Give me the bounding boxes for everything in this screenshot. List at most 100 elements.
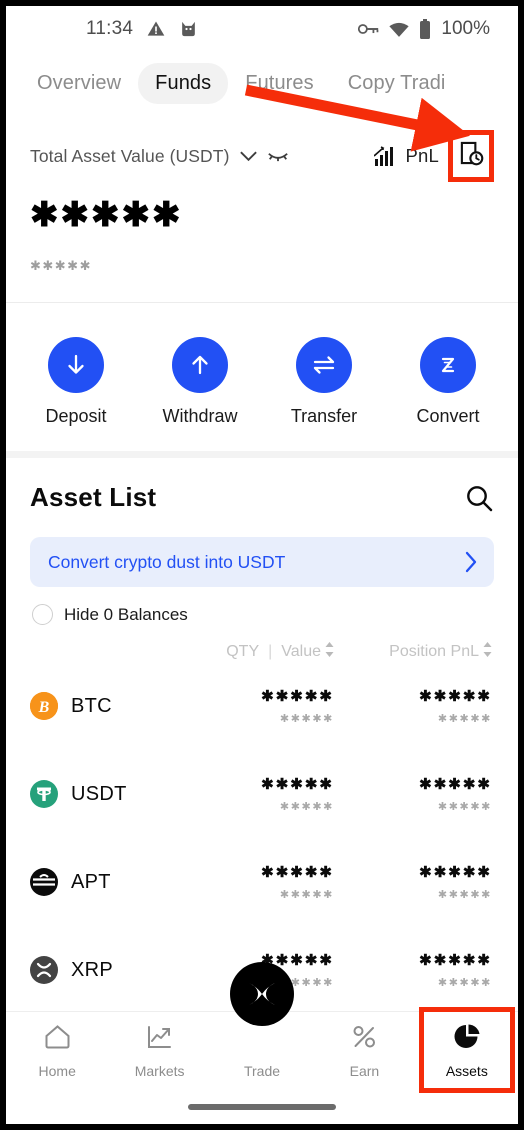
asset-identity: USDT: [30, 780, 127, 808]
asset-pnl-cell: ✱✱✱✱✱ ✱✱✱✱✱: [334, 863, 492, 901]
action-withdraw[interactable]: Withdraw: [146, 337, 254, 427]
convert-icon: [420, 337, 476, 393]
asset-position-pnl: ✱✱✱✱✱: [419, 688, 492, 705]
nav-item-markets-label: Markets: [134, 1062, 185, 1079]
total-asset-value-amount: ✱✱✱✱✱: [30, 196, 183, 234]
tab-funds[interactable]: Funds: [138, 62, 229, 104]
convert-dust-label: Convert crypto dust into USDT: [48, 551, 286, 572]
asset-symbol: XRP: [71, 958, 114, 981]
asset-pnl-cell: ✱✱✱✱✱ ✱✱✱✱✱: [334, 775, 492, 813]
total-asset-value-section: Total Asset Value (USDT) PnL ✱✱✱✱✱ ✱✱✱✱✱: [6, 108, 518, 284]
nav-item-markets[interactable]: Markets: [108, 1024, 210, 1079]
asset-qty-value-cell: ✱✱✱✱✱ ✱✱✱✱✱: [261, 775, 334, 813]
total-asset-value-secondary: ✱✱✱✱✱: [30, 258, 92, 273]
nav-item-trade-label: Trade: [243, 1063, 281, 1079]
nav-item-assets-label: Assets: [445, 1063, 488, 1079]
eye-off-icon[interactable]: [267, 150, 289, 163]
action-convert-label: Convert: [416, 406, 480, 426]
nav-item-assets[interactable]: Assets: [416, 1007, 518, 1093]
percent-icon: [351, 1024, 378, 1055]
arrow-up-icon: [172, 337, 228, 393]
asset-table-column-headers: QTY | Value Position PnL: [6, 625, 518, 662]
nav-item-earn-label: Earn: [349, 1062, 380, 1079]
column-qty-label: QTY: [226, 643, 260, 660]
cat-app-icon: [179, 19, 198, 39]
asset-position-pnl: ✱✱✱✱✱: [419, 864, 492, 881]
svg-text:B: B: [38, 699, 50, 716]
nav-item-home[interactable]: Home: [6, 1024, 108, 1079]
action-transfer[interactable]: Transfer: [270, 337, 378, 427]
tab-futures[interactable]: Futures: [228, 63, 331, 104]
home-indicator: [188, 1104, 336, 1110]
quick-actions-row: Deposit Withdraw Transfer Convert: [6, 303, 518, 451]
asset-identity: B BTC: [30, 692, 112, 720]
apt-coin-icon: [30, 868, 58, 896]
asset-position-pnl: ✱✱✱✱✱: [419, 776, 492, 793]
asset-list-header: Asset List: [6, 458, 518, 519]
asset-list-title: Asset List: [30, 482, 157, 512]
arrow-down-icon: [48, 337, 104, 393]
bottom-navigation: Home Markets Trade Earn Assets: [6, 962, 518, 1124]
transaction-history-icon[interactable]: [448, 130, 494, 182]
hide-zero-balances-toggle[interactable]: Hide 0 Balances: [6, 587, 518, 625]
home-icon: [44, 1024, 71, 1055]
sort-arrows-icon: [483, 642, 492, 662]
action-convert[interactable]: Convert: [394, 337, 502, 427]
column-value-label: Value: [281, 643, 321, 660]
status-bar: 11:34 100%: [6, 6, 518, 52]
asset-value: ✱✱✱✱✱: [279, 713, 334, 725]
column-position-pnl-label: Position PnL: [389, 643, 479, 660]
nav-item-earn[interactable]: Earn: [313, 1024, 415, 1079]
asset-value: ✱✱✱✱✱: [279, 889, 334, 901]
asset-position-pnl-sub: ✱✱✱✱✱: [437, 889, 492, 901]
radio-unchecked-icon: [32, 604, 53, 625]
asset-qty: ✱✱✱✱✱: [261, 864, 334, 881]
asset-qty-value-cell: ✱✱✱✱✱ ✱✱✱✱✱: [261, 687, 334, 725]
asset-position-pnl: ✱✱✱✱✱: [419, 952, 492, 969]
column-qty-value[interactable]: QTY | Value: [226, 642, 334, 662]
asset-identity: XRP: [30, 956, 113, 984]
warning-triangle-icon: [146, 19, 166, 39]
xrp-coin-icon: [30, 956, 58, 984]
total-asset-value-label: Total Asset Value (USDT): [30, 145, 230, 166]
convert-dust-banner[interactable]: Convert crypto dust into USDT: [30, 537, 494, 587]
hide-zero-balances-label: Hide 0 Balances: [64, 604, 188, 624]
phone-screen: 11:34 100% Overview Funds Futures Copy T…: [6, 6, 518, 1124]
asset-identity: APT: [30, 868, 111, 896]
vpn-key-icon: [358, 22, 379, 36]
asset-qty: ✱✱✱✱✱: [261, 776, 334, 793]
table-row[interactable]: USDT ✱✱✱✱✱ ✱✱✱✱✱ ✱✱✱✱✱ ✱✱✱✱✱: [30, 750, 492, 838]
sort-arrows-icon: [325, 642, 334, 662]
table-row[interactable]: APT ✱✱✱✱✱ ✱✱✱✱✱ ✱✱✱✱✱ ✱✱✱✱✱: [30, 838, 492, 926]
chart-line-icon: [146, 1024, 173, 1055]
search-icon[interactable]: [464, 483, 494, 513]
action-transfer-label: Transfer: [290, 406, 358, 426]
action-withdraw-label: Withdraw: [162, 406, 238, 426]
pnl-chart-icon[interactable]: [374, 145, 396, 167]
asset-qty: ✱✱✱✱✱: [261, 688, 334, 705]
asset-pnl-cell: ✱✱✱✱✱ ✱✱✱✱✱: [334, 687, 492, 725]
asset-position-pnl-sub: ✱✱✱✱✱: [437, 801, 492, 813]
table-row[interactable]: B BTC ✱✱✱✱✱ ✱✱✱✱✱ ✱✱✱✱✱ ✱✱✱✱✱: [30, 662, 492, 750]
chevron-down-icon[interactable]: [239, 150, 258, 163]
action-deposit[interactable]: Deposit: [22, 337, 130, 427]
nav-item-home-label: Home: [38, 1062, 76, 1079]
pnl-label[interactable]: PnL: [405, 145, 439, 167]
transfer-arrows-icon: [296, 337, 352, 393]
trade-x-logo-icon[interactable]: [230, 962, 295, 1026]
asset-symbol: USDT: [71, 782, 127, 805]
battery-percent-label: 100%: [441, 18, 490, 39]
asset-position-pnl-sub: ✱✱✱✱✱: [437, 713, 492, 725]
column-position-pnl[interactable]: Position PnL: [334, 642, 492, 662]
nav-item-trade[interactable]: Trade: [211, 962, 313, 1090]
asset-qty-value-cell: ✱✱✱✱✱ ✱✱✱✱✱: [261, 863, 334, 901]
tab-copy-trading[interactable]: Copy Tradi: [331, 63, 463, 104]
asset-value: ✱✱✱✱✱: [279, 801, 334, 813]
chevron-right-icon: [465, 551, 478, 573]
account-tab-bar: Overview Funds Futures Copy Tradi: [6, 52, 518, 108]
tab-overview[interactable]: Overview: [20, 63, 138, 104]
asset-pnl-cell: ✱✱✱✱✱ ✱✱✱✱✱: [334, 951, 492, 989]
status-bar-clock: 11:34: [86, 18, 134, 39]
action-deposit-label: Deposit: [45, 406, 107, 426]
column-separator: |: [268, 643, 273, 660]
